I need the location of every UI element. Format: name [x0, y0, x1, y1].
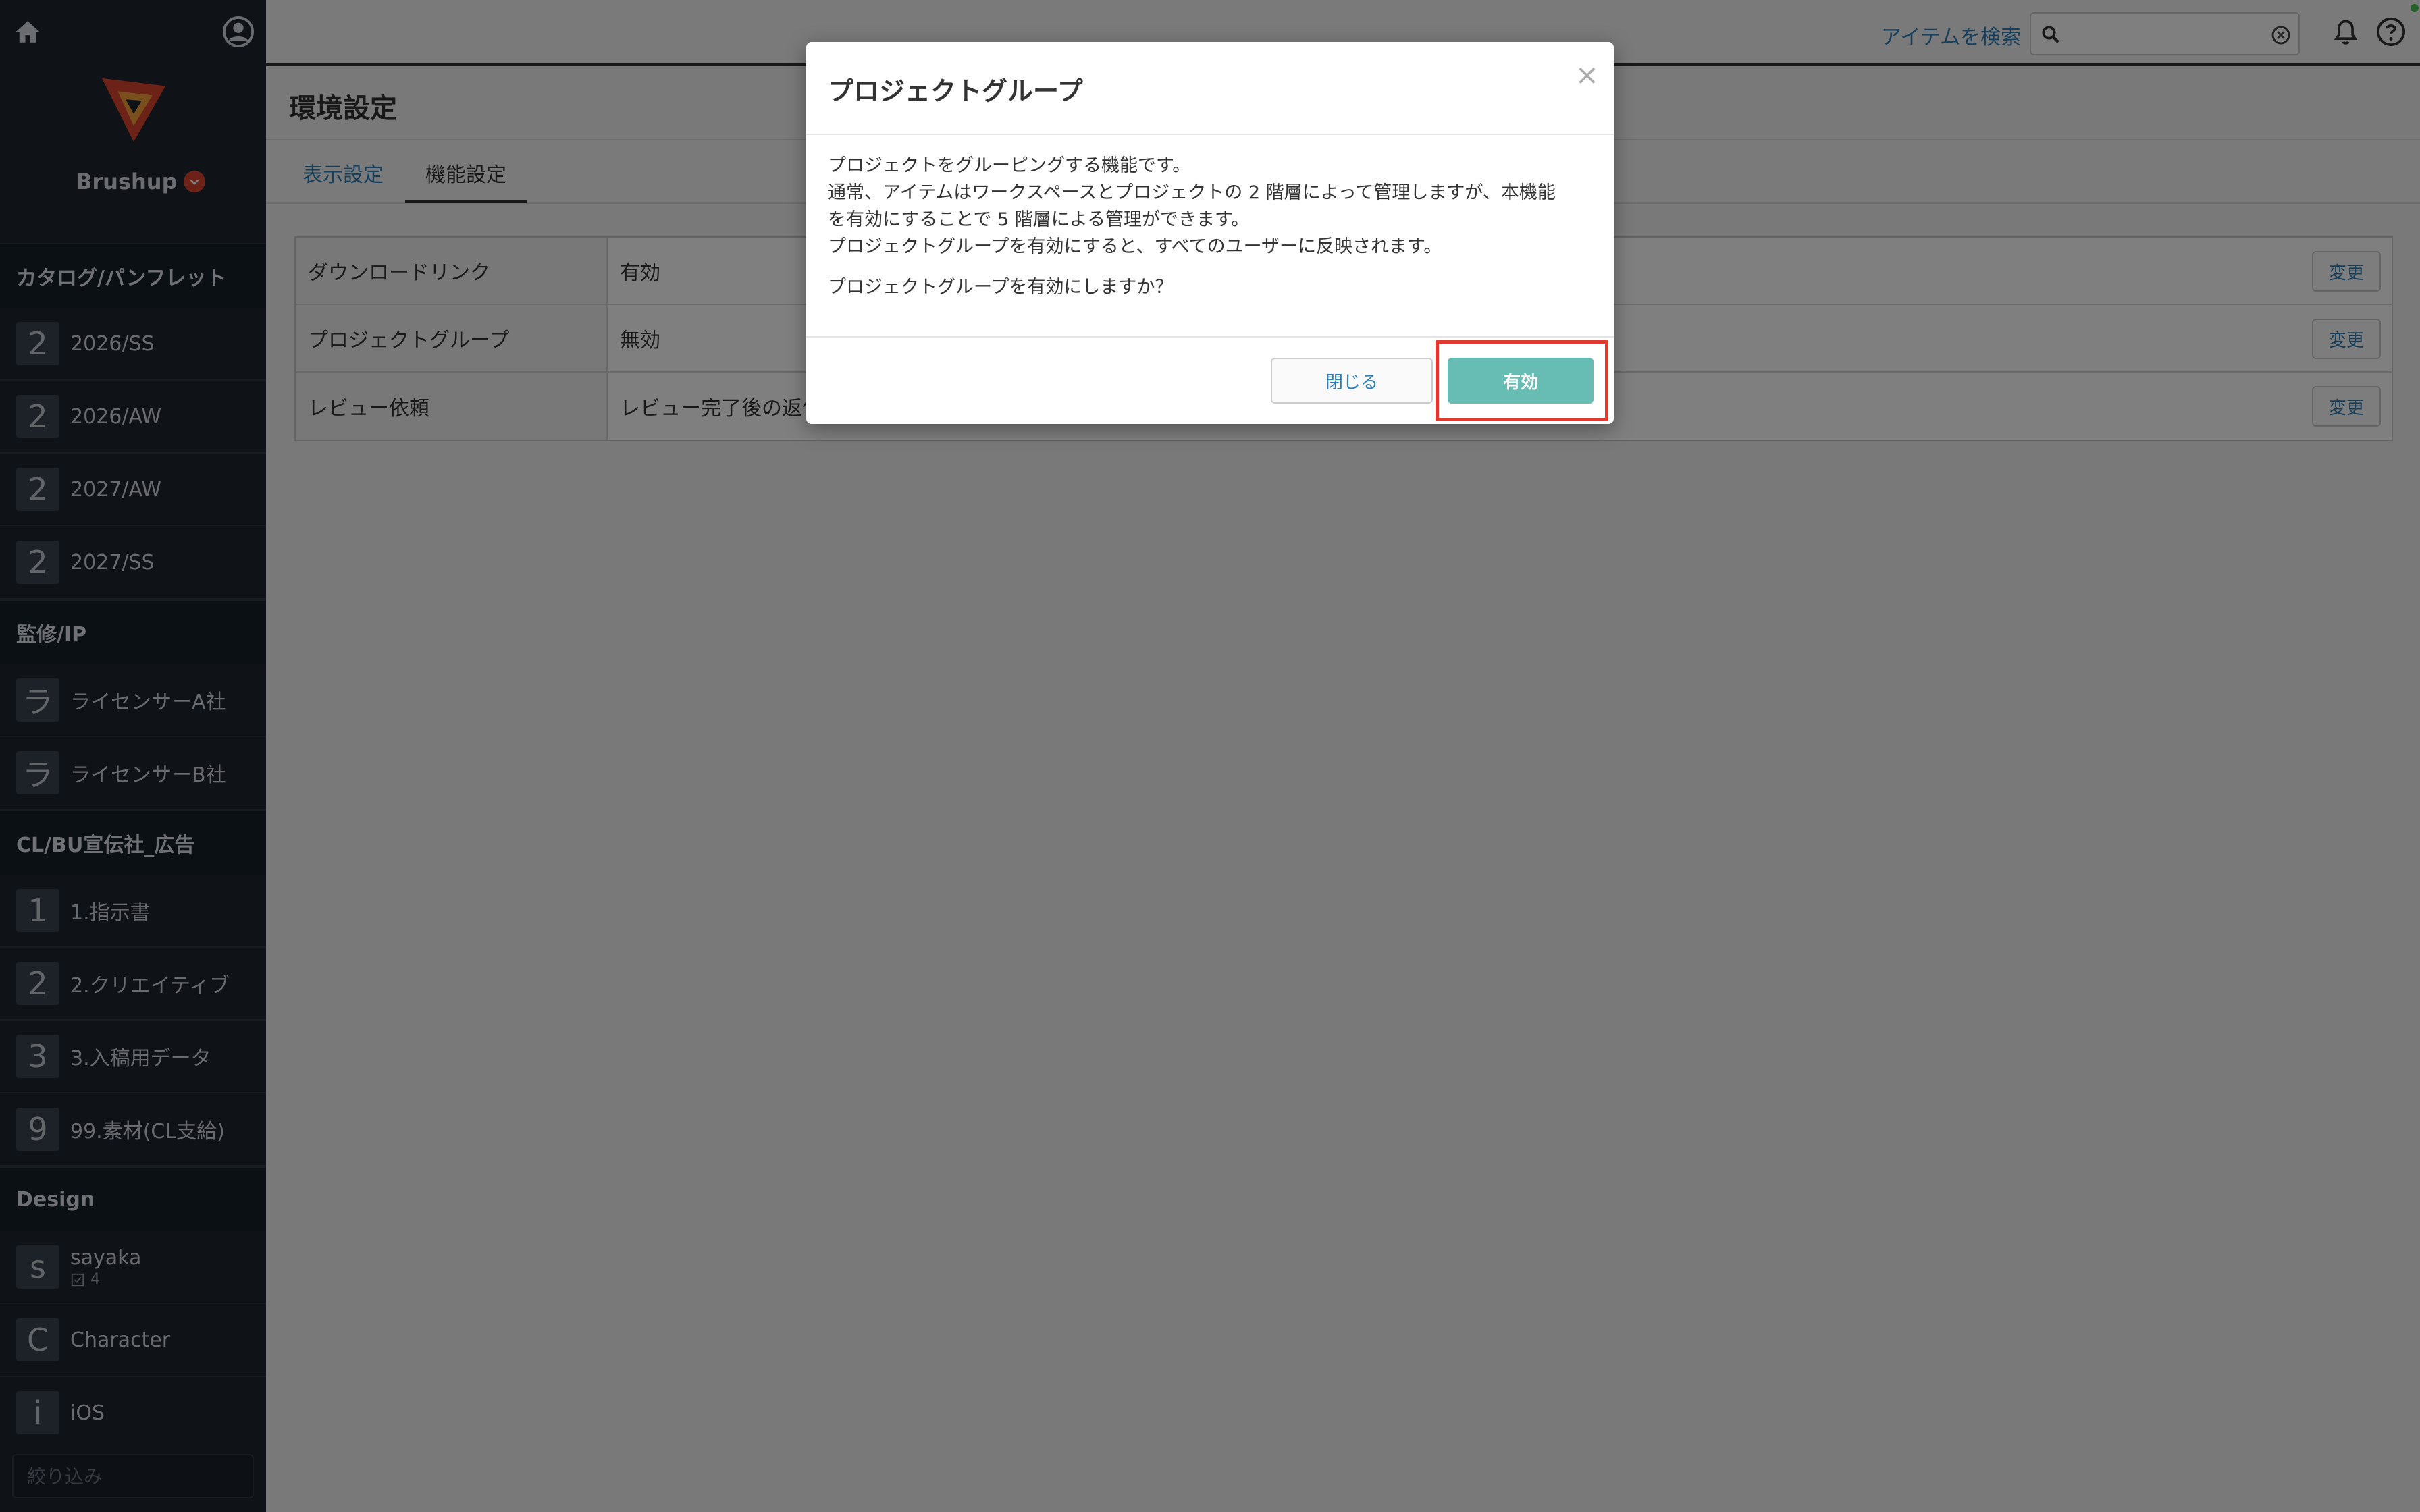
dialog-text-line: プロジェクトグループを有効にすると、すべてのユーザーに反映されます。: [828, 236, 1442, 257]
dialog-text-line: プロジェクトをグルーピングする機能です。: [828, 155, 1191, 176]
dialog-text-line: を有効にすることで 5 階層による管理ができます。: [828, 209, 1250, 230]
highlight-box: [1436, 340, 1608, 421]
close-icon[interactable]: ×: [1575, 61, 1599, 89]
dialog-text-line: 通常、アイテムはワークスペースとプロジェクトの 2 階層によって管理しますが、本…: [828, 182, 1556, 203]
dialog-question: プロジェクトグループを有効にしますか？: [828, 277, 1174, 298]
dialog-body: プロジェクトをグルーピングする機能です。 通常、アイテムはワークスペースとプロジ…: [828, 153, 1598, 301]
dialog-title: プロジェクトグループ: [828, 76, 1083, 106]
dialog-header: プロジェクトグループ ×: [806, 42, 1614, 135]
close-button[interactable]: 閉じる: [1271, 358, 1433, 404]
